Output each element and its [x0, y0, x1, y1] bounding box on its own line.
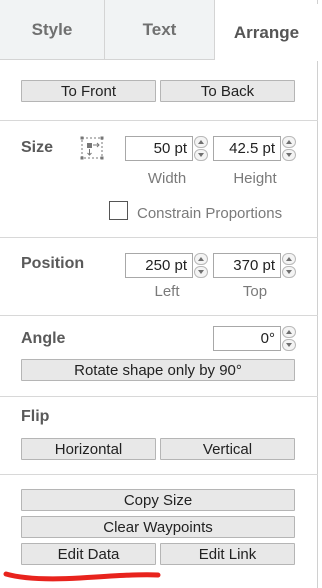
decrement-icon[interactable] [282, 266, 296, 278]
top-caption: Top [242, 283, 268, 300]
divider [0, 396, 318, 397]
edit-link-button[interactable]: Edit Link [160, 543, 295, 565]
divider [0, 315, 318, 316]
size-label: Size [21, 139, 54, 156]
decrement-icon[interactable] [282, 339, 296, 351]
top-input[interactable]: 370 pt [213, 253, 281, 278]
rotate-90-button[interactable]: Rotate shape only by 90° [21, 359, 295, 381]
angle-spinner[interactable] [282, 326, 296, 351]
left-input[interactable]: 250 pt [125, 253, 193, 278]
constrain-proportions-label[interactable]: Constrain Proportions [137, 205, 282, 222]
constrain-proportions-checkbox[interactable] [109, 201, 128, 220]
left-caption: Left [154, 283, 180, 300]
autosize-icon[interactable] [80, 136, 104, 160]
copy-size-button[interactable]: Copy Size [21, 489, 295, 511]
width-caption: Width [147, 170, 187, 187]
tab-style[interactable]: Style [0, 0, 105, 60]
clear-waypoints-button[interactable]: Clear Waypoints [21, 516, 295, 538]
height-spinner[interactable] [282, 136, 296, 161]
flip-label: Flip [21, 408, 50, 425]
flip-horizontal-button[interactable]: Horizontal [21, 438, 156, 460]
width-spinner[interactable] [194, 136, 208, 161]
left-spinner[interactable] [194, 253, 208, 278]
increment-icon[interactable] [282, 326, 296, 338]
tab-bar: Style Text Arrange [0, 0, 318, 61]
decrement-icon[interactable] [194, 149, 208, 161]
position-label: Position [21, 255, 85, 272]
width-input[interactable]: 50 pt [125, 136, 193, 161]
tab-text[interactable]: Text [105, 0, 215, 60]
red-annotation-underline [3, 571, 161, 582]
increment-icon[interactable] [194, 253, 208, 265]
decrement-icon[interactable] [194, 266, 208, 278]
height-input[interactable]: 42.5 pt [213, 136, 281, 161]
format-panel: Style Text Arrange To Front To Back Size… [0, 0, 318, 588]
to-front-button[interactable]: To Front [21, 80, 156, 102]
angle-input[interactable]: 0° [213, 326, 281, 351]
increment-icon[interactable] [194, 136, 208, 148]
flip-vertical-button[interactable]: Vertical [160, 438, 295, 460]
edit-data-button[interactable]: Edit Data [21, 543, 156, 565]
top-spinner[interactable] [282, 253, 296, 278]
divider [0, 474, 318, 475]
increment-icon[interactable] [282, 253, 296, 265]
increment-icon[interactable] [282, 136, 296, 148]
tab-arrange[interactable]: Arrange [215, 4, 318, 61]
angle-label: Angle [21, 330, 66, 347]
divider [0, 237, 318, 238]
to-back-button[interactable]: To Back [160, 80, 295, 102]
divider [0, 120, 318, 121]
height-caption: Height [233, 170, 277, 187]
decrement-icon[interactable] [282, 149, 296, 161]
